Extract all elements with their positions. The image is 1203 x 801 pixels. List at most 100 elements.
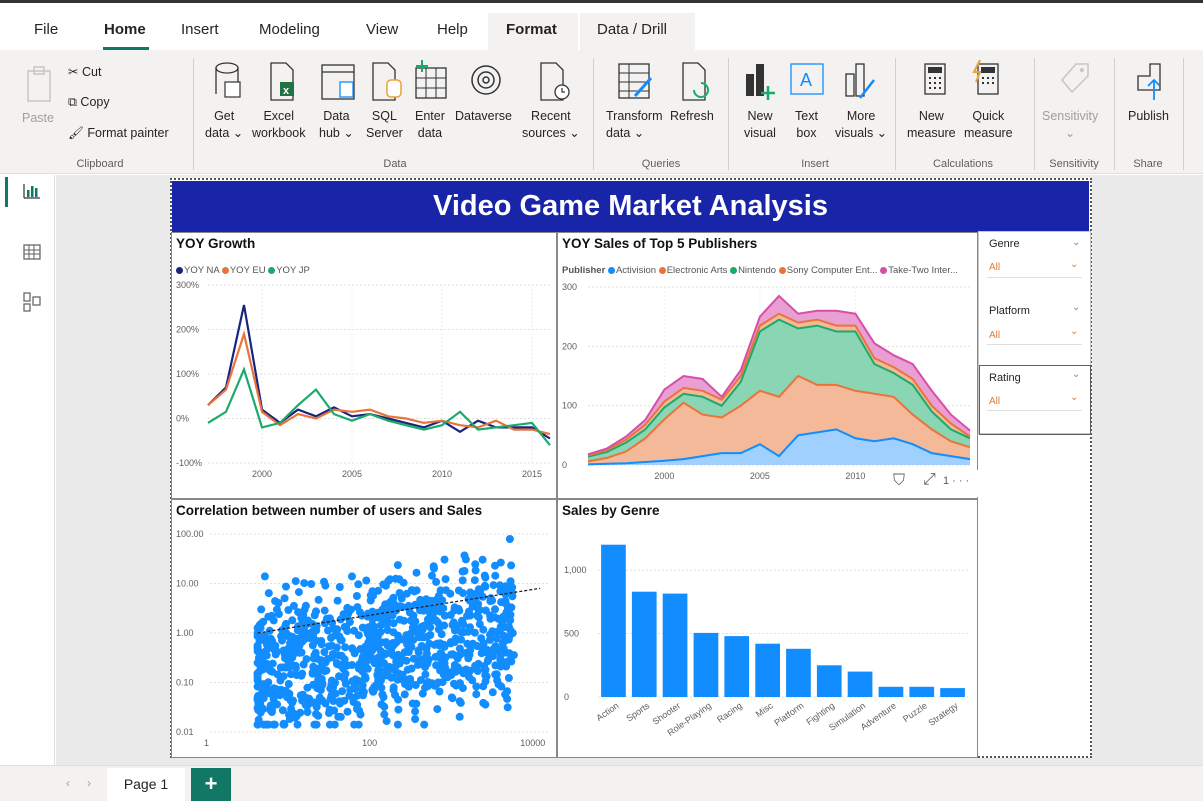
scatter-point <box>363 646 372 655</box>
tab-format[interactable]: Format <box>506 21 557 38</box>
yoy-growth-visual[interactable]: YOY Growth YOY NA YOY EU YOY JP 300% 200%… <box>171 232 557 499</box>
legend-item: Activision <box>607 265 656 276</box>
format-painter-button[interactable]: 🖌 Format painter <box>68 125 169 142</box>
scatter-point <box>284 644 293 653</box>
scatter-point <box>359 661 368 670</box>
chevron-right-icon[interactable]: › <box>87 776 91 790</box>
y-tick-label: 200 <box>562 341 577 351</box>
scatter-point <box>416 595 425 604</box>
legend-item: Nintendo <box>730 265 776 276</box>
correlation-scatter-visual[interactable]: Correlation between number of users and … <box>171 499 557 758</box>
x-tick-label: 2000 <box>252 469 272 479</box>
scatter-point <box>429 562 438 571</box>
scatter-point <box>291 577 300 586</box>
scatter-point <box>341 669 350 678</box>
data-hub-button[interactable]: Data hub ⌄ <box>319 108 354 142</box>
excel-icon: x <box>270 62 294 101</box>
scatter-point <box>393 720 402 729</box>
paste-button[interactable]: Paste <box>22 110 54 127</box>
x-tick-label: 2010 <box>432 469 452 479</box>
chevron-down-icon[interactable]: ⌄ <box>1070 326 1078 337</box>
recent-sources-button[interactable]: Recent sources ⌄ <box>522 108 580 142</box>
new-visual-button[interactable]: New visual <box>744 108 776 142</box>
tab-data-drill[interactable]: Data / Drill <box>597 21 667 38</box>
x-tick-label: Platform <box>772 700 805 727</box>
chevron-down-icon[interactable]: ⌄ <box>1072 369 1080 380</box>
scatter-point <box>383 641 392 650</box>
scatter-point <box>253 720 262 729</box>
tab-view[interactable]: View <box>366 21 398 38</box>
rating-slicer[interactable]: Rating ⌄ All ⌄ <box>979 365 1091 435</box>
y-tick-label: 0.10 <box>176 678 194 688</box>
model-view-icon[interactable] <box>22 291 42 313</box>
publish-icon <box>1137 63 1161 100</box>
scatter-point <box>408 699 417 708</box>
dataverse-button[interactable]: Dataverse <box>455 108 512 125</box>
focus-mode-icon[interactable]: ⤢ <box>923 471 936 489</box>
scatter-point <box>400 616 408 625</box>
scatter-point <box>397 674 406 683</box>
scatter-point <box>479 625 488 634</box>
tab-insert[interactable]: Insert <box>181 21 219 38</box>
scatter-point <box>392 661 401 670</box>
data-hub-icon <box>321 64 355 100</box>
table-view-icon[interactable] <box>22 243 42 261</box>
tab-modeling[interactable]: Modeling <box>259 21 320 38</box>
chevron-down-icon[interactable]: ⌄ <box>1070 392 1078 403</box>
scatter-point <box>422 649 431 658</box>
enter-data-button[interactable]: Enter data <box>415 108 445 142</box>
cut-button[interactable]: ✂ Cut <box>68 64 101 81</box>
scatter-point <box>350 720 359 729</box>
bar-shooter <box>662 593 688 697</box>
chevron-down-icon[interactable]: ⌄ <box>1072 237 1080 248</box>
database-icon <box>215 62 241 98</box>
filter-icon[interactable]: ⛉ <box>893 472 905 490</box>
report-view-icon[interactable] <box>22 182 42 200</box>
transform-data-button[interactable]: Transform data ⌄ <box>606 108 663 142</box>
sensitivity-button[interactable]: Sensitivity ⌄ <box>1042 108 1098 142</box>
more-visuals-button[interactable]: More visuals ⌄ <box>835 108 887 142</box>
copy-button[interactable]: ⧉ Copy <box>68 94 110 111</box>
get-data-button[interactable]: Get data ⌄ <box>205 108 243 142</box>
page-tab-page-1[interactable]: Page 1 <box>107 768 185 801</box>
chevron-down-icon[interactable]: ⌄ <box>1070 259 1078 270</box>
tab-help[interactable]: Help <box>437 21 468 38</box>
platform-slicer-dropdown[interactable]: All <box>989 330 1000 341</box>
quick-measure-button[interactable]: Quick measure <box>964 108 1013 142</box>
scatter-point <box>362 576 371 585</box>
text-box-button[interactable]: Text box <box>795 108 818 142</box>
scatter-point <box>478 555 487 564</box>
scatter-point <box>260 572 269 581</box>
x-tick-label: 1 <box>204 738 209 748</box>
scatter-point <box>454 586 463 595</box>
scatter-point <box>348 644 357 653</box>
sql-server-button[interactable]: SQL Server <box>366 108 403 142</box>
rating-slicer-dropdown[interactable]: All <box>989 396 1000 407</box>
y-tick-label: 1.00 <box>176 628 194 638</box>
new-measure-button[interactable]: New measure <box>907 108 956 142</box>
tab-file[interactable]: File <box>34 21 58 38</box>
tab-home[interactable]: Home <box>104 21 146 38</box>
calculations-group-label: Calculations <box>933 158 993 170</box>
separator <box>1183 58 1184 170</box>
publishers-sales-visual[interactable]: YOY Sales of Top 5 Publishers Publisher … <box>557 232 978 499</box>
svg-text:x: x <box>283 85 290 97</box>
refresh-button[interactable]: Refresh <box>670 108 714 125</box>
chevron-down-icon[interactable]: ⌄ <box>1072 302 1080 313</box>
genre-slicer-dropdown[interactable]: All <box>989 262 1000 273</box>
chevron-left-icon[interactable]: ‹ <box>66 776 70 790</box>
genre-slicer-title: Genre <box>989 238 1020 250</box>
scatter-point <box>427 596 436 605</box>
scatter-point <box>262 683 271 692</box>
excel-workbook-button[interactable]: Excel workbook <box>252 108 306 142</box>
scatter-point <box>383 626 392 635</box>
scatter-point <box>400 690 409 699</box>
scatter-point <box>356 608 364 617</box>
scatter-point <box>352 592 361 600</box>
sales-by-genre-visual[interactable]: Sales by Genre 1,000 500 0 Action Sports Shoo… <box>557 499 978 758</box>
more-options-icon[interactable]: 1 · · · <box>943 475 969 487</box>
scatter-point <box>455 712 464 721</box>
add-page-button[interactable]: + <box>191 768 231 801</box>
publish-button[interactable]: Publish <box>1128 108 1169 125</box>
y-tick-label: 100.00 <box>176 529 204 539</box>
